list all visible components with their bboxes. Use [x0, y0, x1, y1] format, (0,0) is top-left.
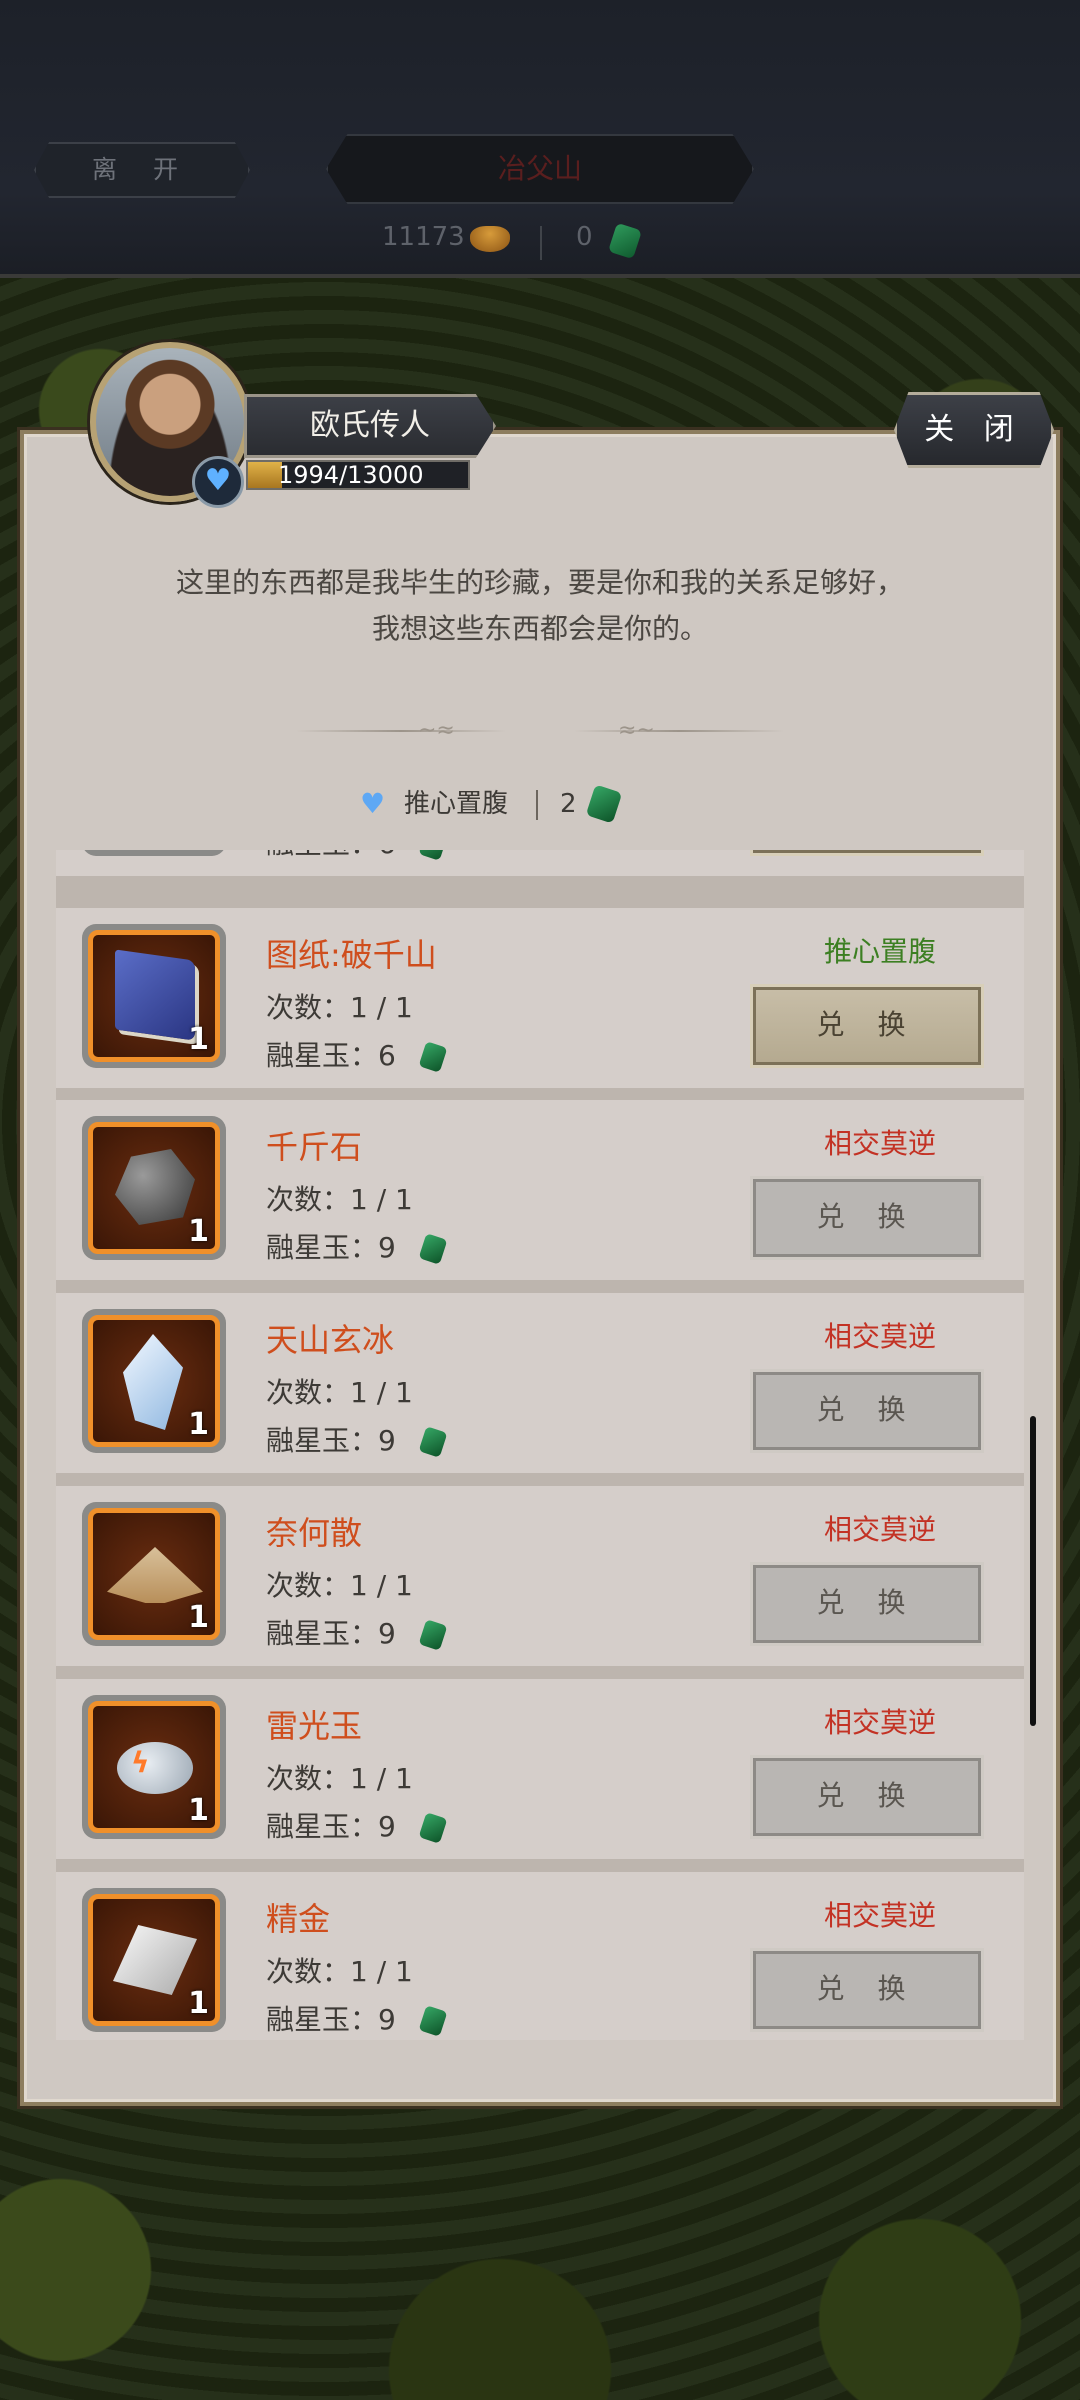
list-item: 1 千斤石 次数：1 / 1 融星玉：9 相交莫逆 兑 换 — [56, 1100, 1024, 1280]
favor-progress-fill — [248, 462, 282, 488]
item-slot — [82, 850, 226, 856]
list-scrollbar[interactable] — [1030, 1416, 1036, 1726]
list-item: 1 图纸:破千山 次数：1 / 1 融星玉：6 推心置腹 兑 换 — [56, 908, 1024, 1088]
list-item: 1 奈何散 次数：1 / 1 融星玉：9 相交莫逆 兑 换 — [56, 1486, 1024, 1666]
item-name: 奈何散 — [266, 1514, 363, 1552]
leave-button[interactable]: 离 开 — [34, 142, 250, 198]
item-cost: 融星玉：6 — [266, 1039, 396, 1072]
item-cost: 融星玉：9 — [266, 1424, 396, 1457]
item-quantity: 1 — [188, 1407, 209, 1442]
item-cost: 融星玉：9 — [266, 2003, 396, 2036]
exchange-button[interactable]: 兑 换 — [750, 984, 984, 1068]
item-cost: 融星玉：6 — [266, 850, 396, 862]
exchange-button[interactable]: 兑 换 — [750, 1562, 984, 1646]
lightning-icon: ϟ — [131, 1746, 150, 1779]
item-slot[interactable]: 1 — [82, 924, 226, 1068]
item-requirement: 相交莫逆 — [823, 1899, 936, 1932]
item-quantity: 1 — [188, 1793, 209, 1828]
tier-heart-icon: ♥ — [360, 787, 386, 820]
exchange-item-list[interactable]: 融星玉：6 1 图纸:破千山 次数：1 / 1 融星玉：6 推心置腹 兑 换 1… — [56, 850, 1024, 2040]
gold-ingot-icon — [470, 226, 510, 252]
jade-icon — [418, 1812, 448, 1844]
ornament-divider-left — [296, 730, 506, 732]
item-quantity: 1 — [188, 1214, 209, 1249]
item-cost: 融星玉：9 — [266, 1231, 396, 1264]
list-item: ϟ 1 雷光玉 次数：1 / 1 融星玉：9 相交莫逆 兑 换 — [56, 1679, 1024, 1859]
npc-intro-text: 这里的东西都是我毕生的珍藏，要是你和我的关系足够好， 我想这些东西都会是你的。 — [80, 560, 1000, 652]
list-item: 1 天山玄冰 次数：1 / 1 融星玉：9 相交莫逆 兑 换 — [56, 1293, 1024, 1473]
close-button[interactable]: 关 闭 — [894, 392, 1054, 468]
item-times: 次数：1 / 1 — [266, 1569, 413, 1602]
item-requirement: 推心置腹 — [823, 935, 936, 968]
heart-icon: ♥ — [192, 456, 244, 508]
item-quantity: 1 — [188, 1986, 209, 2021]
exchange-button[interactable] — [750, 850, 984, 856]
favor-progress-text: 1994/13000 — [278, 461, 424, 489]
item-times: 次数：1 / 1 — [266, 991, 413, 1024]
item-slot[interactable]: 1 — [82, 1309, 226, 1453]
item-quantity: 1 — [188, 1600, 209, 1635]
location-title: 冶父山 — [326, 134, 754, 204]
item-quantity: 1 — [188, 1022, 209, 1057]
list-item: 融星玉：6 — [56, 850, 1024, 876]
ice-icon — [123, 1334, 183, 1430]
exchange-button[interactable]: 兑 换 — [750, 1755, 984, 1839]
item-requirement: 相交莫逆 — [823, 1127, 936, 1160]
jade-icon — [418, 1041, 448, 1073]
powder-icon — [107, 1547, 203, 1603]
npc-name: 欧氏传人 — [244, 394, 496, 458]
gold-amount: 11173 — [382, 222, 465, 252]
jade-icon — [418, 1233, 448, 1265]
ornament-curl-left: ~≈ — [418, 718, 455, 743]
item-slot[interactable]: 1 — [82, 1116, 226, 1260]
jade-icon — [608, 222, 642, 260]
list-item: 1 精金 次数：1 / 1 融星玉：9 相交莫逆 兑 换 — [56, 1872, 1024, 2040]
tier-label: 推心置腹 — [404, 789, 509, 819]
intro-line-2: 我想这些东西都会是你的。 — [371, 612, 708, 645]
jade-icon — [418, 1426, 448, 1458]
item-name: 千斤石 — [266, 1128, 363, 1166]
item-times: 次数：1 / 1 — [266, 1955, 413, 1988]
item-cost: 融星玉：9 — [266, 1810, 396, 1843]
tier-divider — [536, 790, 538, 820]
item-requirement: 相交莫逆 — [823, 1320, 936, 1353]
ornament-divider-right — [574, 730, 784, 732]
item-name: 天山玄冰 — [266, 1321, 395, 1359]
jade-icon — [418, 850, 448, 861]
exchange-button[interactable]: 兑 换 — [750, 1948, 984, 2032]
jade-icon — [418, 1619, 448, 1651]
tier-jade-count: 2 — [560, 789, 577, 819]
item-times: 次数：1 / 1 — [266, 1762, 413, 1795]
item-name: 图纸:破千山 — [266, 936, 437, 974]
jade-icon — [418, 2005, 448, 2037]
favor-progress-bar: 1994/13000 — [246, 460, 470, 490]
jade-amount: 0 — [576, 222, 593, 252]
item-cost: 融星玉：9 — [266, 1617, 396, 1650]
exchange-button[interactable]: 兑 换 — [750, 1176, 984, 1260]
book-icon — [115, 949, 195, 1041]
exchange-button[interactable]: 兑 换 — [750, 1369, 984, 1453]
item-slot[interactable]: ϟ 1 — [82, 1695, 226, 1839]
item-times: 次数：1 / 1 — [266, 1183, 413, 1216]
item-name: 雷光玉 — [266, 1707, 363, 1745]
top-bar: 离 开 冶父山 11173 0 — [0, 0, 1080, 278]
item-requirement: 相交莫逆 — [823, 1513, 936, 1546]
item-times: 次数：1 / 1 — [266, 1376, 413, 1409]
item-name: 精金 — [266, 1900, 331, 1938]
item-slot[interactable]: 1 — [82, 1502, 226, 1646]
rock-icon — [115, 1149, 195, 1225]
thunder-jade-icon — [117, 1742, 193, 1794]
intro-line-1: 这里的东西都是我毕生的珍藏，要是你和我的关系足够好， — [175, 566, 904, 599]
currency-divider — [540, 226, 542, 260]
gold-ingot-icon — [113, 1925, 197, 1995]
item-slot[interactable]: 1 — [82, 1888, 226, 2032]
item-requirement: 相交莫逆 — [823, 1706, 936, 1739]
